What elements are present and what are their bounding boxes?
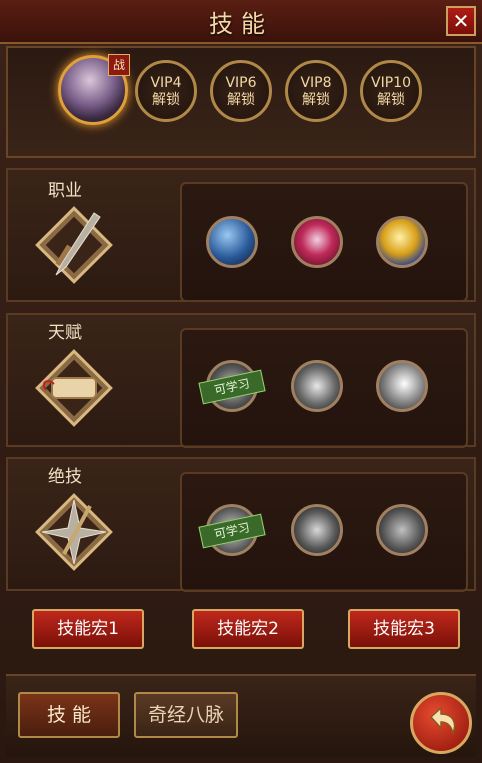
title-bar: 技能 ✕ bbox=[0, 0, 482, 44]
vip-status: 解锁 bbox=[152, 92, 180, 108]
vip6-slot[interactable]: VIP6 解锁 bbox=[210, 60, 272, 122]
vip-status: 解锁 bbox=[302, 92, 330, 108]
scroll-emblem-icon bbox=[35, 349, 113, 427]
vip-level: VIP10 bbox=[371, 75, 411, 91]
vip-status: 解锁 bbox=[377, 92, 405, 108]
tab-meridians[interactable]: 奇经八脉 bbox=[134, 692, 238, 738]
talent-skill-2-icon[interactable] bbox=[291, 360, 343, 412]
vip-level: VIP6 bbox=[225, 75, 257, 91]
skull-skill-icon[interactable] bbox=[291, 216, 343, 268]
close-button[interactable]: ✕ bbox=[446, 6, 476, 36]
skill-macro-3-button[interactable]: 技能宏3 bbox=[348, 609, 460, 649]
back-button[interactable] bbox=[410, 692, 472, 754]
class-badge: 战 bbox=[108, 54, 130, 76]
armor-skill-icon[interactable] bbox=[376, 216, 428, 268]
ultimate-skill-3-icon[interactable] bbox=[376, 504, 428, 556]
vip10-slot[interactable]: VIP10 解锁 bbox=[360, 60, 422, 122]
vip8-slot[interactable]: VIP8 解锁 bbox=[285, 60, 347, 122]
tab-skills[interactable]: 技 能 bbox=[18, 692, 120, 738]
return-arrow-icon bbox=[429, 706, 456, 736]
skill-macro-2-button[interactable]: 技能宏2 bbox=[192, 609, 304, 649]
skill-macro-1-button[interactable]: 技能宏1 bbox=[32, 609, 144, 649]
vip-level: VIP8 bbox=[300, 75, 332, 91]
ultimate-skill-2-icon[interactable] bbox=[291, 504, 343, 556]
section-label-talent: 天赋 bbox=[48, 323, 82, 343]
skill-window: 技能 ✕ 战 VIP4 解锁 VIP6 解锁 VIP8 解锁 VIP10 解锁 … bbox=[0, 0, 482, 763]
spiked-sword-emblem-icon bbox=[35, 493, 113, 571]
talent-skill-3-icon[interactable] bbox=[376, 360, 428, 412]
axe-skill-icon[interactable] bbox=[206, 216, 258, 268]
window-title: 技能 bbox=[209, 10, 273, 38]
sword-emblem-icon bbox=[35, 206, 113, 284]
vip-level: VIP4 bbox=[150, 75, 182, 91]
vip-status: 解锁 bbox=[227, 92, 255, 108]
section-label-ultimate: 绝技 bbox=[48, 467, 82, 487]
vip4-slot[interactable]: VIP4 解锁 bbox=[135, 60, 197, 122]
section-label-profession: 职业 bbox=[48, 181, 82, 201]
